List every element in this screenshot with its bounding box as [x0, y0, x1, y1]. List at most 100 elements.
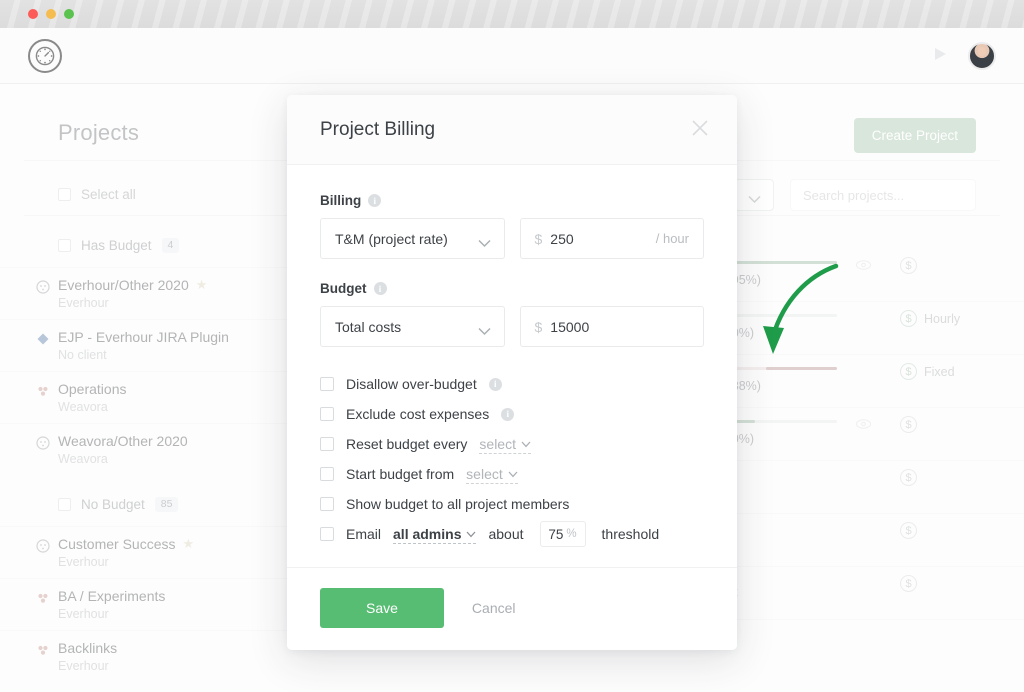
project-billing-modal: Project Billing Billing i T&M (project r…	[287, 95, 737, 650]
search-input[interactable]: Search projects...	[790, 179, 976, 211]
avatar[interactable]	[968, 42, 996, 70]
option-label: Email	[346, 526, 381, 542]
screenshot-root: Projects Create Project Select all Searc…	[0, 0, 1024, 692]
checkbox[interactable]	[320, 497, 334, 511]
hourly-rate-input[interactable]: $ 250 / hour	[520, 218, 705, 259]
option-exclude-cost-expenses[interactable]: Exclude cost expenses i	[320, 399, 704, 429]
budget-type-select[interactable]: Total costs	[320, 306, 505, 347]
project-name: Backlinks	[58, 640, 117, 656]
option-label: Disallow over-budget	[346, 376, 477, 392]
currency-symbol: $	[535, 231, 543, 247]
star-icon[interactable]: ★	[196, 277, 208, 293]
chevron-down-icon	[748, 191, 761, 209]
list-item[interactable]: Weavora/Other 2020 Weavora	[0, 423, 290, 475]
info-icon[interactable]: i	[374, 282, 387, 295]
project-client: Weavora	[58, 452, 290, 466]
clock-project-icon	[36, 280, 50, 294]
chevron-down-icon	[478, 235, 491, 251]
option-start-budget-from[interactable]: Start budget from select	[320, 459, 704, 489]
group-count-badge: 85	[155, 497, 179, 512]
create-project-button[interactable]: Create Project	[854, 118, 976, 153]
info-icon[interactable]: i	[501, 408, 514, 421]
select-all-row[interactable]: Select all	[58, 187, 136, 202]
project-name: Weavora/Other 2020	[58, 433, 188, 449]
dollar-circle-gray-icon: $	[900, 257, 917, 274]
info-icon[interactable]: i	[489, 378, 502, 391]
option-reset-budget-every[interactable]: Reset budget every select	[320, 429, 704, 459]
project-sidebar-list: Has Budget 4 Everhour/Other 2020★ Everho…	[0, 224, 290, 682]
project-name: Customer Success	[58, 536, 175, 552]
list-item[interactable]: EJP - Everhour JIRA Plugin No client	[0, 319, 290, 371]
play-icon[interactable]	[932, 46, 948, 67]
modal-body: Billing i T&M (project rate) $ 250 / hou…	[287, 165, 737, 567]
budget-field-row: Total costs $ 15000	[320, 306, 704, 347]
group-checkbox[interactable]	[58, 498, 71, 511]
app-header	[0, 28, 1024, 84]
percent-sign: %	[566, 528, 576, 540]
project-client: Everhour	[58, 555, 290, 569]
option-email-threshold[interactable]: Email all admins about 75 % threshold	[320, 519, 704, 549]
group-header-no-budget[interactable]: No Budget 85	[0, 475, 290, 526]
chevron-down-icon	[466, 525, 476, 541]
checkbox[interactable]	[320, 407, 334, 421]
eye-icon[interactable]	[856, 257, 871, 275]
dollar-circle-gray-icon: $	[900, 522, 917, 539]
close-icon[interactable]	[689, 117, 711, 139]
threshold-input[interactable]: 75 %	[540, 521, 586, 547]
threshold-tail-text: threshold	[602, 526, 660, 542]
dots-project-icon	[36, 591, 50, 605]
checkbox[interactable]	[320, 437, 334, 451]
modal-title: Project Billing	[320, 119, 435, 141]
checkbox[interactable]	[320, 377, 334, 391]
email-recipients-select[interactable]: all admins	[393, 525, 476, 544]
email-mid-text: about	[488, 526, 523, 542]
option-disallow-over-budget[interactable]: Disallow over-budget i	[320, 369, 704, 399]
reset-period-select[interactable]: select	[479, 435, 531, 454]
page-title: Projects	[58, 120, 139, 146]
option-show-budget-to-members[interactable]: Show budget to all project members	[320, 489, 704, 519]
dollar-circle-gray-icon: $	[900, 469, 917, 486]
start-date-select[interactable]: select	[466, 465, 518, 484]
clock-project-icon	[36, 436, 50, 450]
eye-icon[interactable]	[856, 416, 871, 434]
close-window-button[interactable]	[28, 9, 38, 19]
list-item[interactable]: Operations Weavora	[0, 371, 290, 423]
dollar-circle-gray-icon: $	[900, 416, 917, 433]
billing-type-select[interactable]: T&M (project rate)	[320, 218, 505, 259]
billing-type: $	[900, 257, 924, 274]
group-checkbox[interactable]	[58, 239, 71, 252]
checkbox[interactable]	[320, 527, 334, 541]
list-item[interactable]: Customer Success ★ Everhour	[0, 526, 290, 578]
budget-amount-input[interactable]: $ 15000	[520, 306, 705, 347]
project-client: No client	[58, 348, 290, 362]
save-button[interactable]: Save	[320, 588, 444, 628]
rate-unit-label: / hour	[656, 231, 689, 246]
star-icon[interactable]: ★	[182, 536, 194, 552]
billing-type-value: T&M (project rate)	[335, 231, 448, 247]
header-right-controls	[932, 42, 996, 70]
chevron-down-icon	[478, 323, 491, 339]
cancel-button[interactable]: Cancel	[472, 600, 516, 616]
option-label: Exclude cost expenses	[346, 406, 489, 422]
billing-type: $	[900, 575, 917, 592]
info-icon[interactable]: i	[368, 194, 381, 207]
budget-amount-value: 15000	[550, 319, 589, 335]
list-item[interactable]: Backlinks Everhour	[0, 630, 290, 682]
project-client: Everhour	[58, 659, 290, 673]
billing-label-text: Billing	[320, 193, 361, 208]
select-all-checkbox[interactable]	[58, 188, 71, 201]
billing-field-row: T&M (project rate) $ 250 / hour	[320, 218, 704, 259]
list-item[interactable]: Everhour/Other 2020★ Everhour	[0, 267, 290, 319]
checkbox[interactable]	[320, 467, 334, 481]
chevron-down-icon	[508, 465, 518, 481]
minimize-window-button[interactable]	[46, 9, 56, 19]
group-label: Has Budget	[81, 238, 152, 253]
option-label: Start budget from	[346, 466, 454, 482]
billing-type: $	[900, 469, 917, 486]
list-item[interactable]: BA / Experiments Everhour	[0, 578, 290, 630]
maximize-window-button[interactable]	[64, 9, 74, 19]
clock-logo-icon[interactable]	[28, 39, 62, 73]
group-header-has-budget[interactable]: Has Budget 4	[0, 224, 290, 267]
billing-label: Hourly	[924, 312, 960, 326]
clock-project-icon	[36, 539, 50, 553]
